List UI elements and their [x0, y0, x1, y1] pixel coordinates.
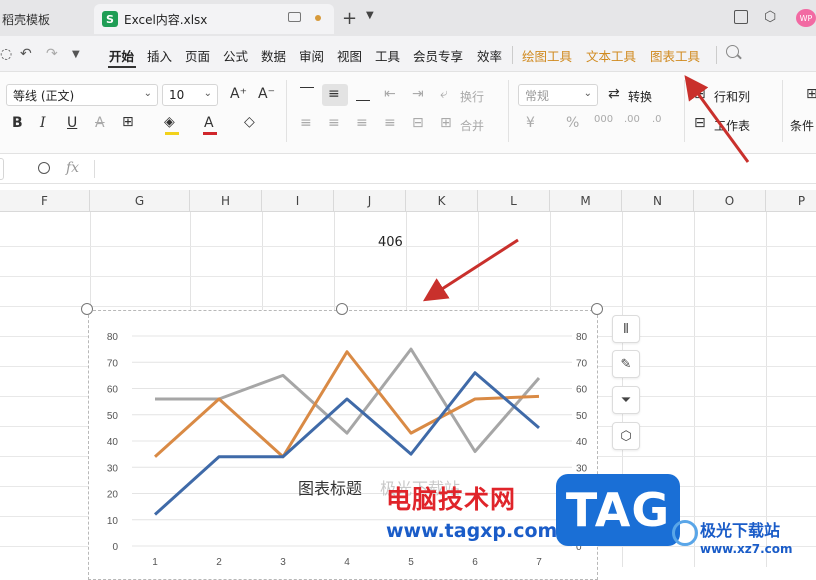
watermark-brand: 电脑技术网	[386, 485, 517, 514]
watermark-site-url: www.xz7.com	[700, 542, 793, 556]
watermark-url: www.tagxp.com	[386, 520, 558, 542]
watermark-site-logo	[672, 520, 698, 546]
annotation-arrow-chart	[422, 238, 519, 302]
annotation-arrow-chart-tools	[684, 75, 750, 163]
watermark-site-name: 极光下载站	[700, 521, 781, 540]
watermark-tag-logo: TAG	[556, 474, 680, 546]
